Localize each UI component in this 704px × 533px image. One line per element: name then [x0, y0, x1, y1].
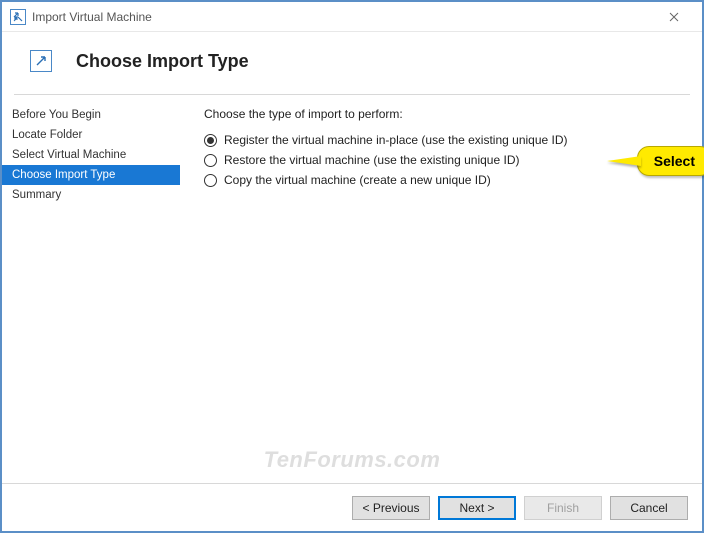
main-panel: Choose the type of import to perform: Re…	[180, 95, 702, 465]
sidebar-item-summary[interactable]: Summary	[2, 185, 180, 205]
sidebar-item-before-you-begin[interactable]: Before You Begin	[2, 105, 180, 125]
annotation-callout: Select	[607, 146, 704, 176]
close-icon[interactable]	[654, 5, 694, 29]
window-title: Import Virtual Machine	[32, 10, 654, 24]
titlebar: Import Virtual Machine	[2, 2, 702, 32]
callout-arrow-icon	[607, 156, 641, 166]
wizard-steps-sidebar: Before You Begin Locate Folder Select Vi…	[2, 95, 180, 465]
finish-button: Finish	[524, 496, 602, 520]
radio-label: Register the virtual machine in-place (u…	[224, 133, 568, 147]
radio-label: Restore the virtual machine (use the exi…	[224, 153, 519, 167]
sidebar-item-choose-import-type[interactable]: Choose Import Type	[2, 165, 180, 185]
radio-icon	[204, 134, 217, 147]
radio-label: Copy the virtual machine (create a new u…	[224, 173, 491, 187]
radio-icon	[204, 174, 217, 187]
sidebar-item-select-vm[interactable]: Select Virtual Machine	[2, 145, 180, 165]
wizard-header: Choose Import Type	[2, 32, 702, 94]
next-button[interactable]: Next >	[438, 496, 516, 520]
sidebar-item-locate-folder[interactable]: Locate Folder	[2, 125, 180, 145]
radio-icon	[204, 154, 217, 167]
page-title: Choose Import Type	[76, 51, 249, 72]
previous-button[interactable]: < Previous	[352, 496, 430, 520]
button-bar: < Previous Next > Finish Cancel	[2, 483, 702, 531]
cancel-button[interactable]: Cancel	[610, 496, 688, 520]
radio-option-register[interactable]: Register the virtual machine in-place (u…	[204, 133, 678, 147]
app-icon	[10, 9, 26, 25]
import-icon	[30, 50, 52, 72]
prompt-text: Choose the type of import to perform:	[204, 107, 678, 121]
callout-text: Select	[637, 146, 704, 176]
